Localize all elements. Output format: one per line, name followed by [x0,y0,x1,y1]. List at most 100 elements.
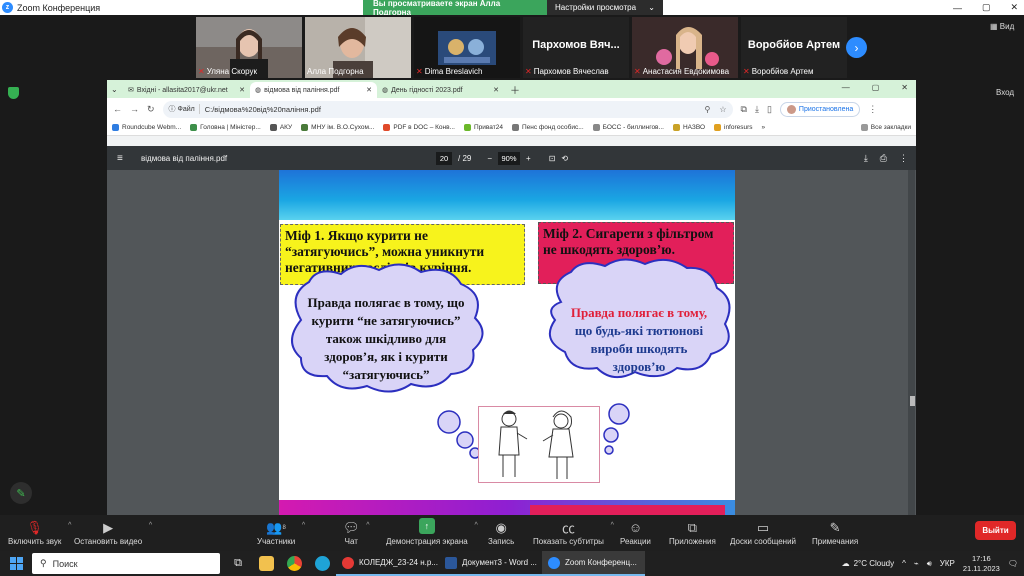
tab-pdf-smoking[interactable]: ◍ відмова від паління.pdf ✕ [250,82,377,98]
taskbar-window-zoom[interactable]: Zoom Конференц... [542,551,645,576]
reactions-button[interactable]: ☺ Реакции [620,518,651,546]
taskbar-search[interactable]: ⚲ Поиск [32,553,220,574]
view-options-button[interactable]: Настройки просмотра ⌄ [547,0,663,15]
close-icon[interactable]: ✕ [493,86,499,94]
reload-icon[interactable]: ↻ [147,104,155,115]
volume-icon[interactable]: 🔊︎ [927,559,932,569]
pdf-scrollbar[interactable] [908,170,915,515]
notifications-icon[interactable]: 🗨︎ [1008,559,1018,568]
participant-tile[interactable]: Алла Подгорна [305,17,411,78]
file-explorer-icon[interactable] [252,551,280,576]
menu-icon[interactable]: ≡ [117,153,133,164]
bookmark-item[interactable]: Roundcube Webm... [112,124,181,131]
fit-page-icon[interactable]: ⊡ [549,154,556,163]
share-screen-button[interactable]: ↑ Демонстрация экрана ^ [386,518,478,546]
stop-video-button[interactable]: ▶︎ Остановить видео ^ [74,518,152,547]
chrome-icon[interactable] [280,551,308,576]
pdf-viewport[interactable]: Міф 1. Якщо курити не “затягуючись”, мож… [107,170,916,515]
minimize-button[interactable]: — [842,83,850,92]
maximize-button[interactable]: ▢ [982,2,991,13]
bookmark-item[interactable]: МНУ ім. В.О.Сухом... [301,124,374,131]
record-button[interactable]: ◉ Запись [488,518,514,547]
zoom-in-icon[interactable]: + [526,154,531,163]
chevron-up-icon[interactable]: ^ [474,522,477,529]
bookmark-item[interactable]: PDF в DOC – Конв... [383,124,455,131]
tab-pdf-dignity[interactable]: ◍ День гідності 2023.pdf ✕ [377,82,504,98]
taskbar-window-opera[interactable]: КОЛЕДЖ_23-24 н.р... [336,551,439,576]
zoom-search-icon[interactable]: ⚲ [705,105,711,114]
download-icon[interactable]: ⤓ [755,104,759,115]
chat-button[interactable]: 💬︎ Чат ^ [343,518,370,547]
annotate-pen-icon[interactable]: ✎ [10,482,32,504]
leave-button[interactable]: Выйти [975,521,1016,540]
close-icon[interactable]: ✕ [239,86,245,94]
apps-button[interactable]: ⧉ Приложения [669,518,716,547]
tray-overflow-icon[interactable]: ^ [902,559,906,568]
security-shield-icon[interactable] [8,87,19,99]
page-number-input[interactable]: 20 [436,151,452,165]
captions-button[interactable]: ㏄ Показать субтитры ^ [533,518,614,546]
participant-tile[interactable]: ✕ Анастасия Евдокимова [632,17,738,78]
bookmark-star-icon[interactable]: ☆ [719,105,726,114]
sidebar-icon[interactable]: ▯ [767,104,772,115]
rotate-icon[interactable]: ⟲ [561,154,568,163]
chevron-up-icon[interactable]: ^ [149,522,152,529]
view-button[interactable]: ▦ Вид [990,22,1014,31]
tab-mail[interactable]: ✉ Вхідні - allasita2017@ukr.net ✕ [123,82,250,98]
participants-button[interactable]: 👥 8 Участники ^ [257,518,305,547]
taskbar-window-word[interactable]: Документ3 - Word ... [439,551,542,576]
network-icon[interactable]: ⌁ [914,559,919,568]
chevron-up-icon[interactable]: ^ [366,522,369,529]
next-page-arrow-icon[interactable]: › [846,37,867,58]
participant-tile[interactable]: Пархомов Вяч... ✕ Пархомов Вячеслав [523,17,629,78]
bookmark-item[interactable]: АКУ [269,124,292,131]
bookmark-favicon-icon [714,124,721,131]
language-indicator[interactable]: УКР [940,559,955,568]
minimize-button[interactable]: — [953,3,962,13]
print-icon[interactable]: ⎙ [880,153,887,164]
bookmarks-overflow-icon[interactable]: » [762,124,766,131]
chevron-up-icon[interactable]: ^ [68,522,71,529]
enter-button[interactable]: Вход [996,88,1014,97]
edge-icon[interactable] [308,551,336,576]
new-tab-button[interactable]: ＋ [510,82,520,97]
address-bar[interactable]: ⓘ Файл C:/відмова%20від%20паління.pdf ⚲ … [162,100,733,118]
bookmark-item[interactable]: НАЗВО [672,124,705,131]
more-menu-icon[interactable]: ⋮ [868,104,877,115]
close-button[interactable]: ✕ [901,83,908,92]
extensions-icon[interactable]: ⧉ [741,104,747,115]
bookmark-item[interactable]: Головна | Міністер... [190,124,261,131]
chevron-up-icon[interactable]: ^ [302,522,305,529]
bookmark-item[interactable]: БОСС - биллингов... [592,124,664,131]
participant-tile[interactable]: Воробйов Артем ✕ Воробйов Артем [741,17,847,78]
more-menu-icon[interactable]: ⋮ [899,153,908,164]
maximize-button[interactable]: ▢ [872,83,880,92]
profile-button[interactable]: Приостановлена [779,101,861,117]
weather-widget[interactable]: ☁ 2°C Cloudy [842,559,895,568]
pdf-scroll-thumb[interactable] [910,396,915,406]
participant-tile[interactable]: ✕ Dima Breslavich [414,17,520,78]
address-url: C:/відмова%20від%20паління.pdf [204,104,321,114]
clock[interactable]: 17:16 21.11.2023 [963,554,1000,574]
share-banner: Вы просматриваете экран Алла Подгорна На… [363,0,663,17]
bookmark-item[interactable]: inforesurs [714,124,753,131]
all-bookmarks-button[interactable]: Все закладки [860,124,911,131]
notes-button[interactable]: ✎ Примечания [812,518,858,547]
zoom-out-icon[interactable]: − [487,154,492,163]
whiteboards-button[interactable]: ▭ Доски сообщений [730,518,796,547]
tab-search-icon[interactable]: ⌄ [111,85,123,94]
close-icon[interactable]: ✕ [366,86,372,94]
pdf-filename: відмова від паління.pdf [141,153,228,163]
start-button[interactable] [0,557,32,570]
task-view-icon[interactable]: ⧉ [224,551,252,576]
unmute-button[interactable]: 🎙︎ Включить звук ^ [8,518,71,547]
bookmark-item[interactable]: Пенс фонд особис... [511,124,584,131]
close-button[interactable]: ✕ [1010,2,1018,13]
download-icon[interactable]: ⤓ [864,153,868,164]
forward-arrow-icon[interactable]: → [130,104,139,114]
zoom-level-input[interactable]: 90% [498,151,521,165]
participant-tile[interactable]: ✕ Уляна Скорук [196,17,302,78]
back-arrow-icon[interactable]: ← [113,104,122,114]
bookmark-item[interactable]: Приват24 [463,124,503,131]
chevron-up-icon[interactable]: ^ [611,522,614,529]
